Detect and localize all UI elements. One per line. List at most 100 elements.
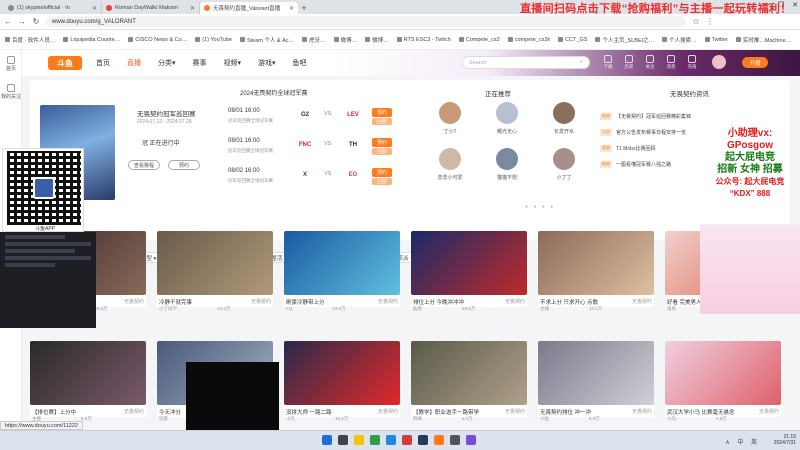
stream-card[interactable]: 不求上分 只求开心 点歌 无畏契约 主播 12.0万 — [538, 231, 654, 311]
go-live-button[interactable]: 开播 — [742, 57, 768, 68]
nav-item-category[interactable]: 分类▾ — [158, 58, 176, 68]
message-button[interactable]: 消息 — [665, 55, 677, 71]
bookmark-item[interactable]: 百度 · 软件人员… — [5, 36, 55, 44]
team-a-logo[interactable]: FNC — [298, 139, 312, 151]
stream-title[interactable]: 【教学】职业选手一路带学 — [413, 408, 479, 416]
match-row[interactable]: 08/01 16:00 冠军巡回赛全球冠军赛 G2 VS LEV 预约 回放 — [228, 108, 438, 138]
bookmark-item[interactable]: 实时推…Machine… — [735, 36, 791, 44]
browser-tab[interactable]: (1) skypixelofficial · In ✕ — [4, 2, 102, 14]
match-reserve-button[interactable]: 预约 — [372, 108, 392, 117]
bookmark-item[interactable]: 虎牙… — [302, 36, 326, 44]
team-b-logo[interactable]: EG — [346, 169, 360, 181]
star-icon[interactable]: ☆ — [692, 17, 700, 26]
url-field[interactable]: www.douyu.com/g_VALORANT — [46, 16, 686, 27]
stream-card[interactable]: 没拼大师 一路二路 无畏契约 小凡 15.4万 — [284, 341, 400, 421]
recommended-streamer[interactable]: 小丁丁 — [539, 148, 589, 206]
stream-card[interactable]: 【教学】职业选手一路带学 无畏契约 阿峰 6.3万 — [411, 341, 527, 421]
close-tab-icon[interactable]: ✕ — [289, 5, 294, 12]
new-tab-button[interactable]: + — [298, 2, 310, 14]
match-replay-button[interactable]: 回放 — [372, 148, 392, 155]
app-icon[interactable] — [402, 435, 412, 445]
nav-item-fishbar[interactable]: 鱼吧 — [293, 58, 307, 68]
stream-title[interactable]: 好看 完美男人 — [667, 298, 702, 306]
stream-thumbnail[interactable] — [538, 341, 654, 405]
system-tray[interactable]: ∧ 中 英 — [725, 437, 760, 446]
nav-item-games[interactable]: 游戏▾ — [258, 58, 276, 68]
stream-thumbnail[interactable] — [411, 341, 527, 405]
recommended-streamer[interactable]: 念念小可爱 — [425, 148, 475, 206]
menu-icon[interactable]: ⋮ — [706, 17, 714, 26]
match-replay-button[interactable]: 回放 — [372, 118, 392, 125]
app-icon[interactable] — [466, 435, 476, 445]
follow-button[interactable]: 关注 — [644, 55, 656, 71]
avatar[interactable] — [712, 55, 726, 69]
nav-item-live[interactable]: 直播 — [127, 58, 141, 68]
browser-tab-active[interactable]: 无畏契约直播_Valorant直播 ✕ — [200, 2, 298, 14]
view-schedule-button[interactable]: 查看赛程 — [128, 160, 160, 170]
recommended-streamer[interactable]: 猫猫不想 — [482, 148, 532, 206]
nav-item-home[interactable]: 首页 — [96, 58, 110, 68]
bookmark-item[interactable]: 个人搜索… — [662, 36, 697, 44]
close-tab-icon[interactable]: ✕ — [190, 5, 195, 12]
stream-title[interactable]: 没拼大师 一路二路 — [286, 408, 332, 416]
douyu-app-icon[interactable] — [434, 435, 444, 445]
bookmark-item[interactable]: 微博… — [333, 36, 357, 44]
chrome-icon[interactable] — [370, 435, 380, 445]
match-reserve-button[interactable]: 预约 — [372, 168, 392, 177]
bookmark-item[interactable]: CISCO News & Co… — [128, 37, 187, 43]
bookmark-item[interactable]: (1) YouTube — [195, 37, 232, 43]
bookmark-item[interactable]: Compete_cs2 — [458, 37, 500, 43]
stream-card[interactable]: 武汉大学小马 比赛毫无悬念 无畏契约 小马 4.9万 — [665, 341, 781, 421]
forward-icon[interactable]: → — [18, 17, 26, 26]
stream-thumbnail[interactable] — [284, 231, 400, 295]
stream-card[interactable]: 【排位赛】上分中 无畏契约 主播 8.6万 — [30, 341, 146, 421]
stream-thumbnail[interactable] — [284, 341, 400, 405]
team-b-logo[interactable]: LEV — [346, 109, 360, 121]
bookmark-item[interactable]: CCT_GS — [558, 37, 587, 43]
stream-title[interactable]: 【排位赛】上分中 — [32, 408, 76, 416]
team-a-logo[interactable]: X — [298, 169, 312, 181]
nav-item-events[interactable]: 赛事 — [193, 58, 207, 68]
edge-icon[interactable] — [386, 435, 396, 445]
news-item[interactable]: 新闻 【无畏契约】冠军巡回赛精彩集锦 — [600, 110, 770, 122]
stream-card[interactable]: 刷豪冷静带上分 无畏契约 FQ 23.8万 — [284, 231, 400, 311]
stream-title[interactable]: 今天冲分 — [159, 408, 181, 416]
download-button[interactable]: 下载 — [602, 55, 614, 71]
match-row[interactable]: 08/02 16:00 冠军巡回赛全球冠军赛 X VS EG 预约 回放 — [228, 168, 438, 198]
bookmark-item[interactable]: compete_cs2k — [507, 37, 550, 43]
bookmark-item[interactable]: Liquipedia Counte… — [63, 37, 120, 43]
nav-item-video[interactable]: 视频▾ — [224, 58, 242, 68]
bookmark-item[interactable]: RTS ESC3 - Twitch — [396, 37, 451, 43]
stream-card[interactable]: 无畏契约排位 冲一冲 无畏契约 小鱼 5.5万 — [538, 341, 654, 421]
history-button[interactable]: 历史 — [623, 55, 635, 71]
sidebar-item-home[interactable]: 首页 — [0, 50, 22, 78]
carousel-dots[interactable]: ● ● ● ● — [525, 204, 555, 210]
stream-card[interactable]: 排位上分 今晚冲冲冲 无畏契约 猛兽 19.6万 — [411, 231, 527, 311]
browser-tab[interactable]: Roman DayWalk/ Maksim ✕ — [102, 2, 200, 14]
stream-thumbnail[interactable] — [30, 341, 146, 405]
close-tab-icon[interactable]: ✕ — [92, 5, 97, 12]
app-icon[interactable] — [450, 435, 460, 445]
steam-icon[interactable] — [418, 435, 428, 445]
team-a-logo[interactable]: G2 — [298, 109, 312, 121]
recharge-button[interactable]: 充值 — [686, 55, 698, 71]
search-input[interactable]: Search ⌕ — [462, 56, 590, 69]
stream-title[interactable]: 排位上分 今晚冲冲冲 — [413, 298, 464, 306]
bookmark-item[interactable]: 微博… — [365, 36, 389, 44]
back-icon[interactable]: ← — [4, 17, 12, 26]
task-view-icon[interactable] — [338, 435, 348, 445]
stream-card[interactable]: 冷静干就完事 无畏契约 小丁同学 14.3万 — [157, 231, 273, 311]
close-window-button[interactable]: ✕ — [792, 1, 798, 9]
bookmark-item[interactable]: Twitter — [704, 37, 728, 43]
match-replay-button[interactable]: 回放 — [372, 178, 392, 185]
bookmark-item[interactable]: Steam 个人 & Ac… — [239, 36, 294, 44]
taskbar-clock[interactable]: 21:15 2024/7/31 — [774, 434, 796, 446]
stream-title[interactable]: 不求上分 只求开心 点歌 — [540, 298, 598, 306]
reload-icon[interactable]: ↻ — [32, 17, 40, 26]
stream-title[interactable]: 冷静干就完事 — [159, 298, 192, 306]
stream-thumbnail[interactable] — [665, 341, 781, 405]
douyu-logo[interactable]: 斗鱼 — [48, 56, 82, 70]
sidebar-item-follow[interactable]: 我的关注 — [0, 78, 22, 106]
team-b-logo[interactable]: TH — [346, 139, 360, 151]
stream-thumbnail[interactable] — [157, 231, 273, 295]
